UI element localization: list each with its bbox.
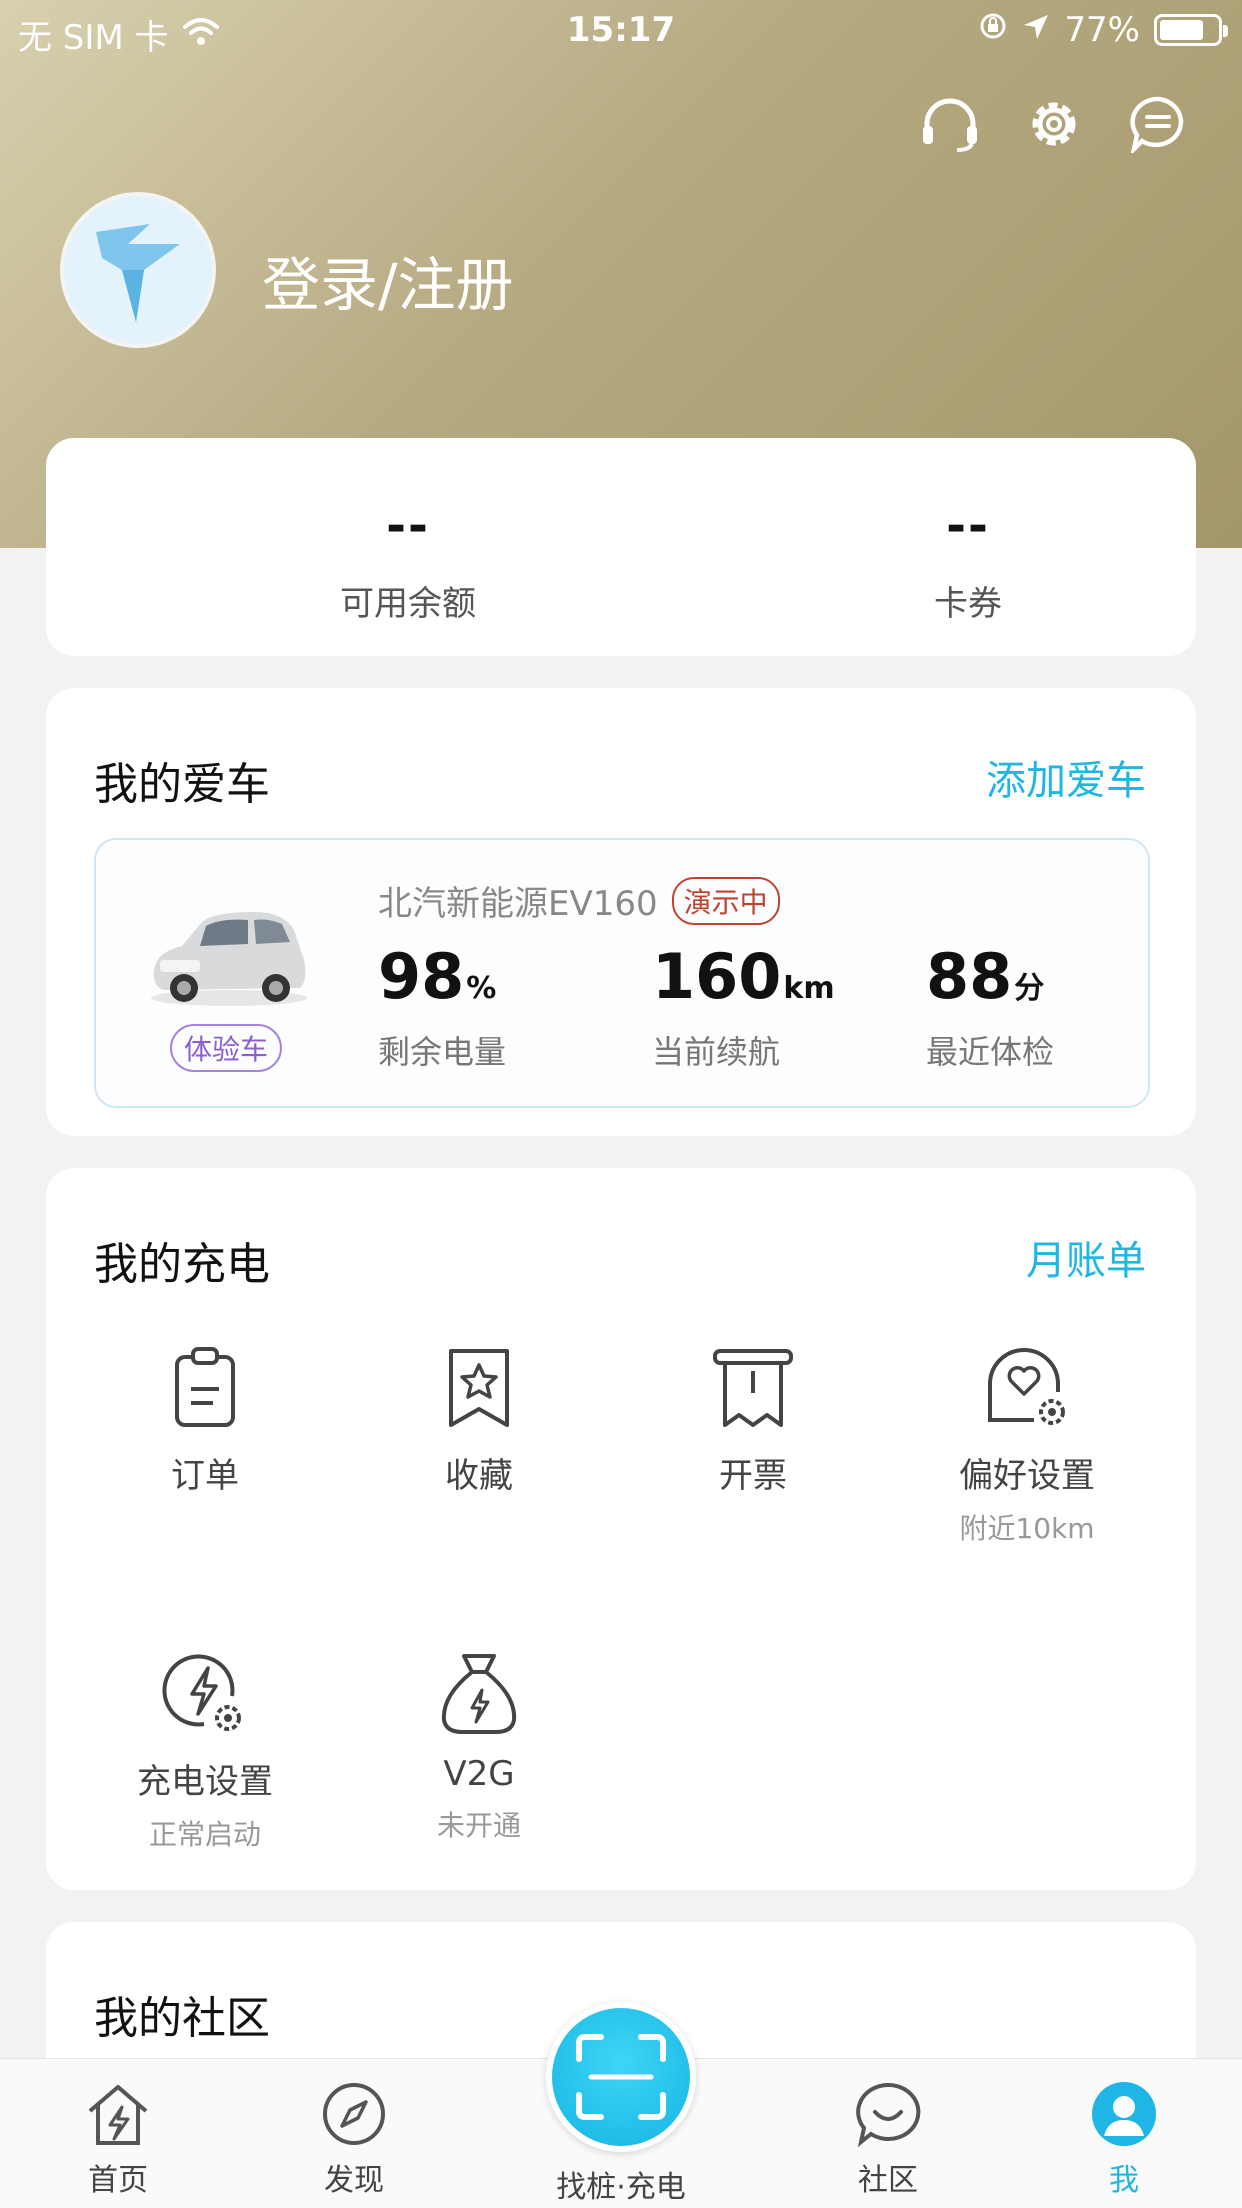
tab-community-label: 社区	[858, 2163, 918, 2198]
login-register-link[interactable]: 登录/注册	[262, 238, 514, 322]
heart-settings-icon	[982, 1342, 1072, 1432]
app-logo-icon	[96, 224, 180, 322]
grid-item-orders[interactable]: 订单	[68, 1342, 342, 1497]
headset-icon[interactable]	[918, 92, 982, 156]
range-stat-value: 160	[652, 940, 782, 1013]
car-info-box[interactable]: 体验车 北汽新能源EV160 演示中 98% 剩余电量 160km 当前续航 8…	[94, 838, 1150, 1108]
car-image	[144, 900, 314, 1010]
message-icon[interactable]	[1126, 92, 1190, 156]
checkup-stat: 88分 最近体检	[926, 940, 1054, 1073]
tab-community[interactable]: 社区	[808, 2079, 968, 2199]
tab-home[interactable]: 首页	[38, 2079, 198, 2199]
orders-label: 订单	[171, 1456, 239, 1496]
user-icon	[1089, 2079, 1159, 2149]
location-arrow-icon	[1022, 10, 1050, 50]
v2g-sub: 未开通	[436, 1809, 521, 1842]
grid-item-charge-settings[interactable]: 充电设置 正常启动	[68, 1648, 342, 1853]
trial-car-tag: 体验车	[170, 1024, 283, 1072]
tab-me[interactable]: 我	[1044, 2079, 1204, 2199]
checkup-stat-label: 最近体检	[926, 1033, 1055, 1071]
checkup-stat-unit: 分	[1014, 971, 1045, 1006]
star-bookmark-icon	[434, 1342, 524, 1432]
grid-item-v2g[interactable]: V2G 未开通	[342, 1648, 616, 1844]
battery-stat-unit: %	[466, 971, 497, 1006]
tab-me-label: 我	[1109, 2163, 1139, 2198]
favorites-label: 收藏	[445, 1456, 513, 1496]
my-car-title: 我的爱车	[94, 759, 270, 810]
scan-icon	[576, 2034, 666, 2120]
clipboard-icon	[160, 1342, 250, 1432]
range-stat-unit: km	[783, 971, 835, 1006]
tab-discover[interactable]: 发现	[274, 2079, 434, 2199]
scan-charge-button[interactable]	[546, 2002, 696, 2152]
monthly-bill-link[interactable]: 月账单	[1026, 1228, 1146, 1286]
grid-item-invoice[interactable]: 开票	[616, 1342, 890, 1497]
available-balance-value: --	[386, 498, 430, 554]
charge-settings-sub: 正常启动	[148, 1818, 261, 1851]
preferences-label: 偏好设置	[959, 1456, 1095, 1496]
grid-item-preferences[interactable]: 偏好设置 附近10km	[890, 1342, 1164, 1547]
range-stat-label: 当前续航	[652, 1033, 781, 1071]
battery-icon	[1154, 14, 1228, 46]
battery-stat-label: 剩余电量	[378, 1033, 507, 1071]
preferences-sub: 附近10km	[959, 1512, 1095, 1545]
invoice-label: 开票	[719, 1456, 787, 1496]
car-name-row: 北汽新能源EV160 演示中	[378, 876, 780, 925]
home-icon	[83, 2079, 153, 2149]
header-actions	[918, 92, 1190, 156]
car-model-name: 北汽新能源EV160	[378, 884, 658, 924]
available-balance[interactable]: -- 可用余额	[208, 498, 608, 625]
checkup-stat-value: 88	[926, 940, 1013, 1013]
charge-settings-label: 充电设置	[137, 1762, 273, 1802]
v2g-label: V2G	[443, 1754, 515, 1794]
gear-icon[interactable]	[1022, 92, 1086, 156]
my-car-card: 我的爱车 添加爱车 体验车 北汽新能源EV160 演示中 98% 剩余电量 16…	[46, 688, 1196, 1136]
rotation-lock-icon	[978, 10, 1008, 50]
scan-charge-label: 找桩·充电	[556, 2170, 686, 2205]
battery-percent: 77%	[1064, 10, 1140, 50]
coupons-value: --	[946, 498, 990, 554]
avatar[interactable]	[60, 192, 216, 348]
money-bag-icon	[434, 1648, 524, 1738]
chat-icon	[853, 2079, 923, 2149]
battery-stat: 98% 剩余电量	[378, 940, 506, 1073]
bolt-settings-icon	[160, 1648, 250, 1738]
demo-status-badge: 演示中	[671, 876, 780, 925]
receipt-icon	[708, 1342, 798, 1432]
compass-icon	[319, 2079, 389, 2149]
add-car-link[interactable]: 添加爱车	[986, 748, 1146, 806]
coupons-label: 卡券	[934, 584, 1002, 624]
coupons[interactable]: -- 卡券	[768, 498, 1168, 625]
grid-item-favorites[interactable]: 收藏	[342, 1342, 616, 1497]
tab-home-label: 首页	[88, 2163, 148, 2198]
range-stat: 160km 当前续航	[652, 940, 835, 1073]
status-right: 77%	[978, 10, 1228, 50]
my-charging-card: 我的充电 月账单 订单 收藏 开票 偏好设置 附近10km 充电设置 正常启动	[46, 1168, 1196, 1890]
my-community-title: 我的社区	[94, 1993, 270, 2044]
battery-stat-value: 98	[378, 940, 465, 1013]
tab-discover-label: 发现	[324, 2163, 384, 2198]
status-bar: 无 SIM 卡 15:17 77%	[0, 0, 1242, 62]
balance-card: -- 可用余额 -- 卡券	[46, 438, 1196, 656]
available-balance-label: 可用余额	[340, 584, 476, 624]
my-charging-title: 我的充电	[94, 1239, 270, 1290]
